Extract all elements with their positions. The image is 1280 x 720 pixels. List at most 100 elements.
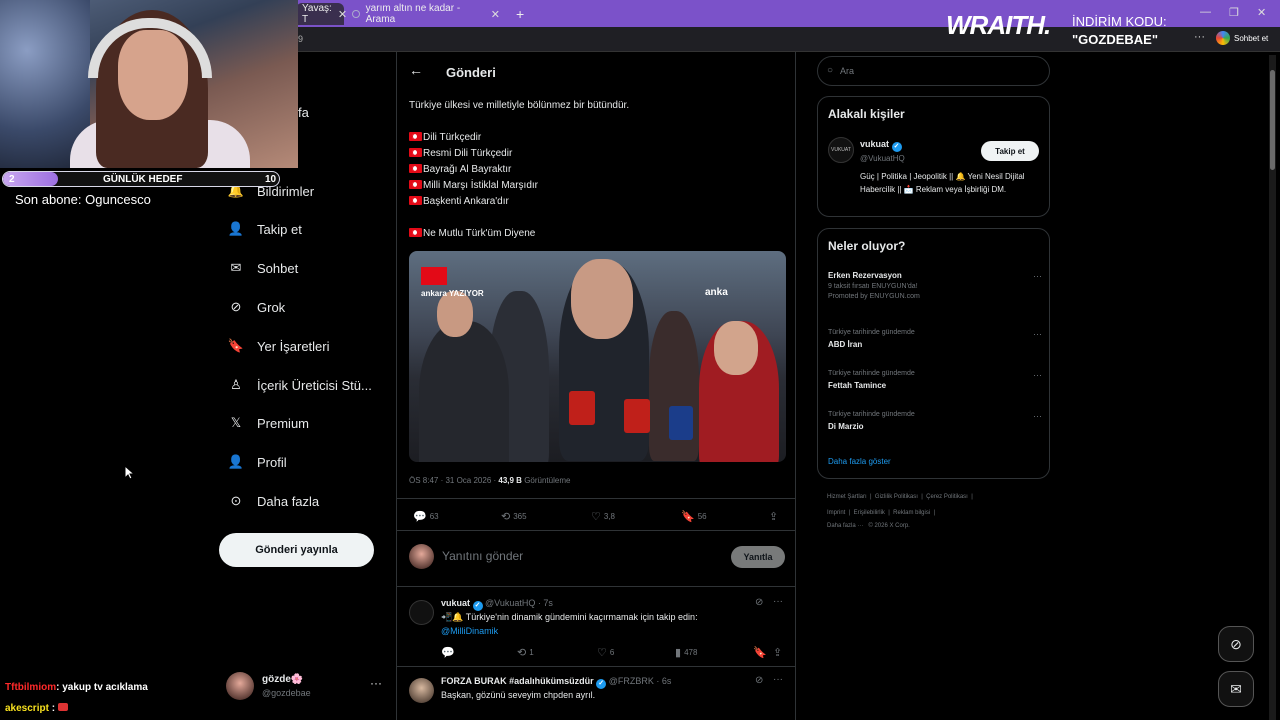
sidebar-item-profile[interactable]: 👤 Profil — [228, 452, 287, 472]
footer-link[interactable]: Hizmet Şartları — [827, 494, 867, 500]
footer-link[interactable]: Erişilebilirlik — [854, 510, 885, 516]
sidebar-item-follow[interactable]: 👤 Takip et — [228, 219, 302, 239]
chat-user: akescript — [5, 703, 49, 714]
trend-item[interactable]: Türkiye tarihinde gündemde ABD İran ··· — [828, 329, 1042, 349]
sidebar-item-chat[interactable]: ✉ Sohbet — [228, 258, 299, 278]
divider — [397, 586, 795, 587]
back-arrow-icon[interactable]: ← — [409, 62, 423, 78]
repost-action[interactable]: ⟲ 1 — [517, 646, 534, 659]
chat-text: : — [51, 703, 56, 714]
footer-link[interactable]: Reklam bilgisi — [893, 510, 930, 516]
footer-links: Hizmet Şartları | Gizlilik Politikası | … — [827, 494, 973, 500]
goal-target: 10 — [265, 174, 277, 185]
reply-input[interactable]: Yanıtını gönder — [442, 549, 523, 563]
footer-link[interactable]: Daha fazla ··· — [827, 523, 863, 529]
avatar — [409, 544, 434, 569]
like-action[interactable]: ♡ 3,8 — [591, 510, 615, 523]
post-media-image[interactable]: ankara YAZIYOR anka — [409, 251, 786, 462]
minimize-icon[interactable]: — — [1200, 6, 1211, 18]
promo-text: İNDİRİM KODU: — [1072, 14, 1167, 29]
bookmark-action[interactable]: 🔖 — [753, 646, 767, 659]
relevant-people-panel: Alakalı kişiler VUKUAT vukuat ✓ @VukuatH… — [817, 96, 1050, 217]
reply-author[interactable]: vukuat ✓ @VukuatHQ · 7s — [441, 598, 553, 611]
more-icon[interactable]: ··· — [1033, 271, 1042, 281]
more-icon[interactable]: ··· — [1033, 411, 1042, 421]
reply-action[interactable]: 💬 63 — [413, 510, 439, 523]
turkey-flag-icon — [409, 180, 422, 189]
reply-item[interactable]: FORZA BURAK #adalıhükümsüzdür ✓ @FRZBRK … — [397, 670, 795, 720]
repost-icon: ⟲ — [501, 511, 511, 523]
reply-item[interactable]: vukuat ✓ @VukuatHQ · 7s ⊘ ··· 📲🔔 Türkiye… — [397, 592, 795, 666]
share-action[interactable]: ⇪ — [769, 510, 778, 523]
bookmark-icon: 🔖 — [753, 647, 767, 659]
headphones-shape — [88, 18, 212, 78]
follow-button[interactable]: Takip et — [981, 141, 1039, 161]
search-icon: ○ — [827, 65, 834, 76]
post-detail-column: ← Gönderi Türkiye ülkesi ve milletiyle b… — [396, 52, 796, 720]
mention-link[interactable]: @MilliDinamik — [441, 626, 498, 636]
reply-button[interactable]: Yanıtla — [731, 546, 785, 568]
more-icon[interactable]: ··· — [773, 674, 783, 685]
close-window-icon[interactable]: ✕ — [1257, 6, 1266, 19]
footer-link[interactable]: Gizlilik Politikası — [875, 494, 918, 500]
turkey-flag-icon — [409, 164, 422, 173]
more-icon[interactable]: ··· — [1033, 370, 1042, 380]
avatar — [226, 672, 254, 700]
sponsor-logo: WRAITH. — [946, 10, 1051, 40]
search-input[interactable]: ○ Ara — [817, 56, 1050, 86]
share-action[interactable]: ⇪ — [773, 646, 782, 659]
sidebar-item-grok[interactable]: ⊘ Grok — [228, 297, 286, 317]
close-icon[interactable]: ✕ — [491, 8, 500, 21]
last-subscriber: Son abone: Oguncesco — [15, 192, 151, 207]
footer-link[interactable]: Imprint — [827, 510, 845, 516]
footer-links: Imprint | Erişilebilirlik | Reklam bilgi… — [827, 510, 936, 516]
menu-dots-icon[interactable]: ··· — [1194, 31, 1205, 43]
scrollbar[interactable] — [1269, 55, 1276, 720]
maximize-icon[interactable]: ❐ — [1229, 6, 1239, 19]
sidebar-item-creator-studio[interactable]: ♙ İçerik Üreticisi Stü... — [228, 375, 372, 395]
post-text-line: Resmi Dili Türkçedir — [409, 148, 512, 159]
grok-float-button[interactable]: ⊘ — [1218, 626, 1254, 662]
footer-link[interactable]: Çerez Politikası — [926, 494, 968, 500]
mail-icon: ✉ — [230, 260, 242, 275]
post-text-line: Ne Mutlu Türk'üm Diyene — [409, 228, 535, 239]
share-icon: ⇪ — [773, 647, 783, 659]
messages-float-button[interactable]: ✉ — [1218, 671, 1254, 707]
scrollbar-thumb[interactable] — [1270, 70, 1275, 170]
trend-item[interactable]: Türkiye tarihinde gündemde Di Marzio ··· — [828, 411, 1042, 431]
grok-icon[interactable]: ⊘ — [755, 597, 763, 608]
search-icon — [352, 10, 360, 18]
avatar[interactable]: VUKUAT — [828, 137, 854, 163]
chat-text: : yakup tv acıklama — [56, 682, 148, 693]
trend-item[interactable]: Türkiye tarihinde gündemde Fettah Taminc… — [828, 370, 1042, 390]
sidebar-item-partial[interactable]: fa — [298, 105, 309, 120]
tab-search[interactable]: yarım altın ne kadar - Arama ✕ — [346, 3, 506, 25]
daily-goal-bar: 2 GÜNLÜK HEDEF 10 — [2, 171, 280, 187]
copilot-chat-button[interactable]: Sohbet et — [1216, 31, 1268, 45]
views-action[interactable]: ▮ 478 — [675, 646, 697, 659]
grok-icon[interactable]: ⊘ — [755, 675, 763, 686]
more-icon[interactable]: ··· — [773, 596, 783, 607]
person-add-icon: 👤 — [227, 221, 245, 236]
show-more-link[interactable]: Daha fazla göster — [828, 457, 891, 466]
address-text: 9 — [298, 34, 304, 44]
trend-item[interactable]: Erken Rezervasyon 9 taksit fırsatı ENUYG… — [828, 271, 1042, 300]
reply-text: Başkan, gözünü seveyim chpden ayrıl. — [441, 690, 596, 700]
tab-active[interactable]: Yavaş: T ✕ — [296, 3, 347, 25]
reply-action[interactable]: 💬 — [441, 646, 458, 659]
more-icon[interactable]: ··· — [1033, 329, 1042, 339]
sidebar-item-bookmarks[interactable]: 🔖 Yer İşaretleri — [228, 336, 330, 356]
post-button[interactable]: Gönderi yayınla — [219, 533, 374, 567]
more-icon[interactable]: ··· — [370, 676, 382, 690]
bookmark-icon: 🔖 — [227, 338, 245, 353]
bookmark-action[interactable]: 🔖 56 — [681, 510, 707, 523]
sidebar-item-more[interactable]: ⊙ Daha fazla — [228, 491, 320, 511]
new-tab-button[interactable]: + — [510, 3, 530, 25]
like-action[interactable]: ♡ 6 — [597, 646, 614, 659]
account-switcher[interactable]: gözde🌸 @gozdebae ··· — [226, 672, 386, 706]
repost-action[interactable]: ⟲ 365 — [501, 510, 527, 523]
account-handle: @gozdebae — [262, 688, 311, 698]
sidebar-item-premium[interactable]: 𝕏 Premium — [228, 413, 309, 433]
person-name[interactable]: vukuat ✓ — [860, 139, 902, 152]
reply-author[interactable]: FORZA BURAK #adalıhükümsüzdür ✓ @FRZBRK … — [441, 676, 671, 689]
